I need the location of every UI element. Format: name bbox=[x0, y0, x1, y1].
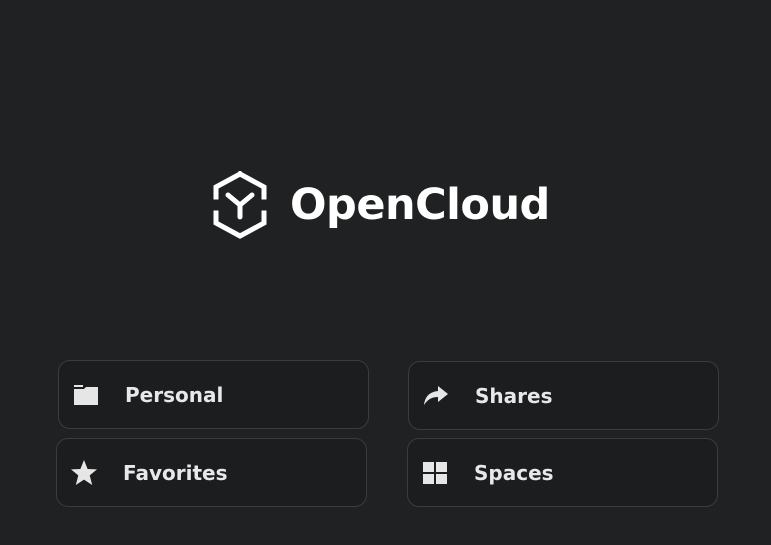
start-page: OpenCloud Personal Shares Favorites Spac… bbox=[0, 0, 771, 545]
star-icon bbox=[70, 459, 98, 487]
tile-favorites[interactable]: Favorites bbox=[56, 438, 367, 507]
tile-spaces[interactable]: Spaces bbox=[407, 438, 718, 507]
grid-icon bbox=[421, 459, 449, 487]
tile-shares-label: Shares bbox=[475, 383, 553, 408]
tile-personal[interactable]: Personal bbox=[58, 360, 369, 429]
brand-logo: OpenCloud bbox=[212, 170, 552, 240]
tile-personal-label: Personal bbox=[125, 382, 224, 407]
brand-name: OpenCloud bbox=[290, 179, 550, 230]
opencloud-logo-icon bbox=[213, 171, 267, 239]
tile-spaces-label: Spaces bbox=[474, 460, 554, 485]
folder-icon bbox=[72, 381, 100, 409]
tile-shares[interactable]: Shares bbox=[408, 361, 719, 430]
tile-favorites-label: Favorites bbox=[123, 460, 228, 485]
share-arrow-icon bbox=[422, 382, 450, 410]
